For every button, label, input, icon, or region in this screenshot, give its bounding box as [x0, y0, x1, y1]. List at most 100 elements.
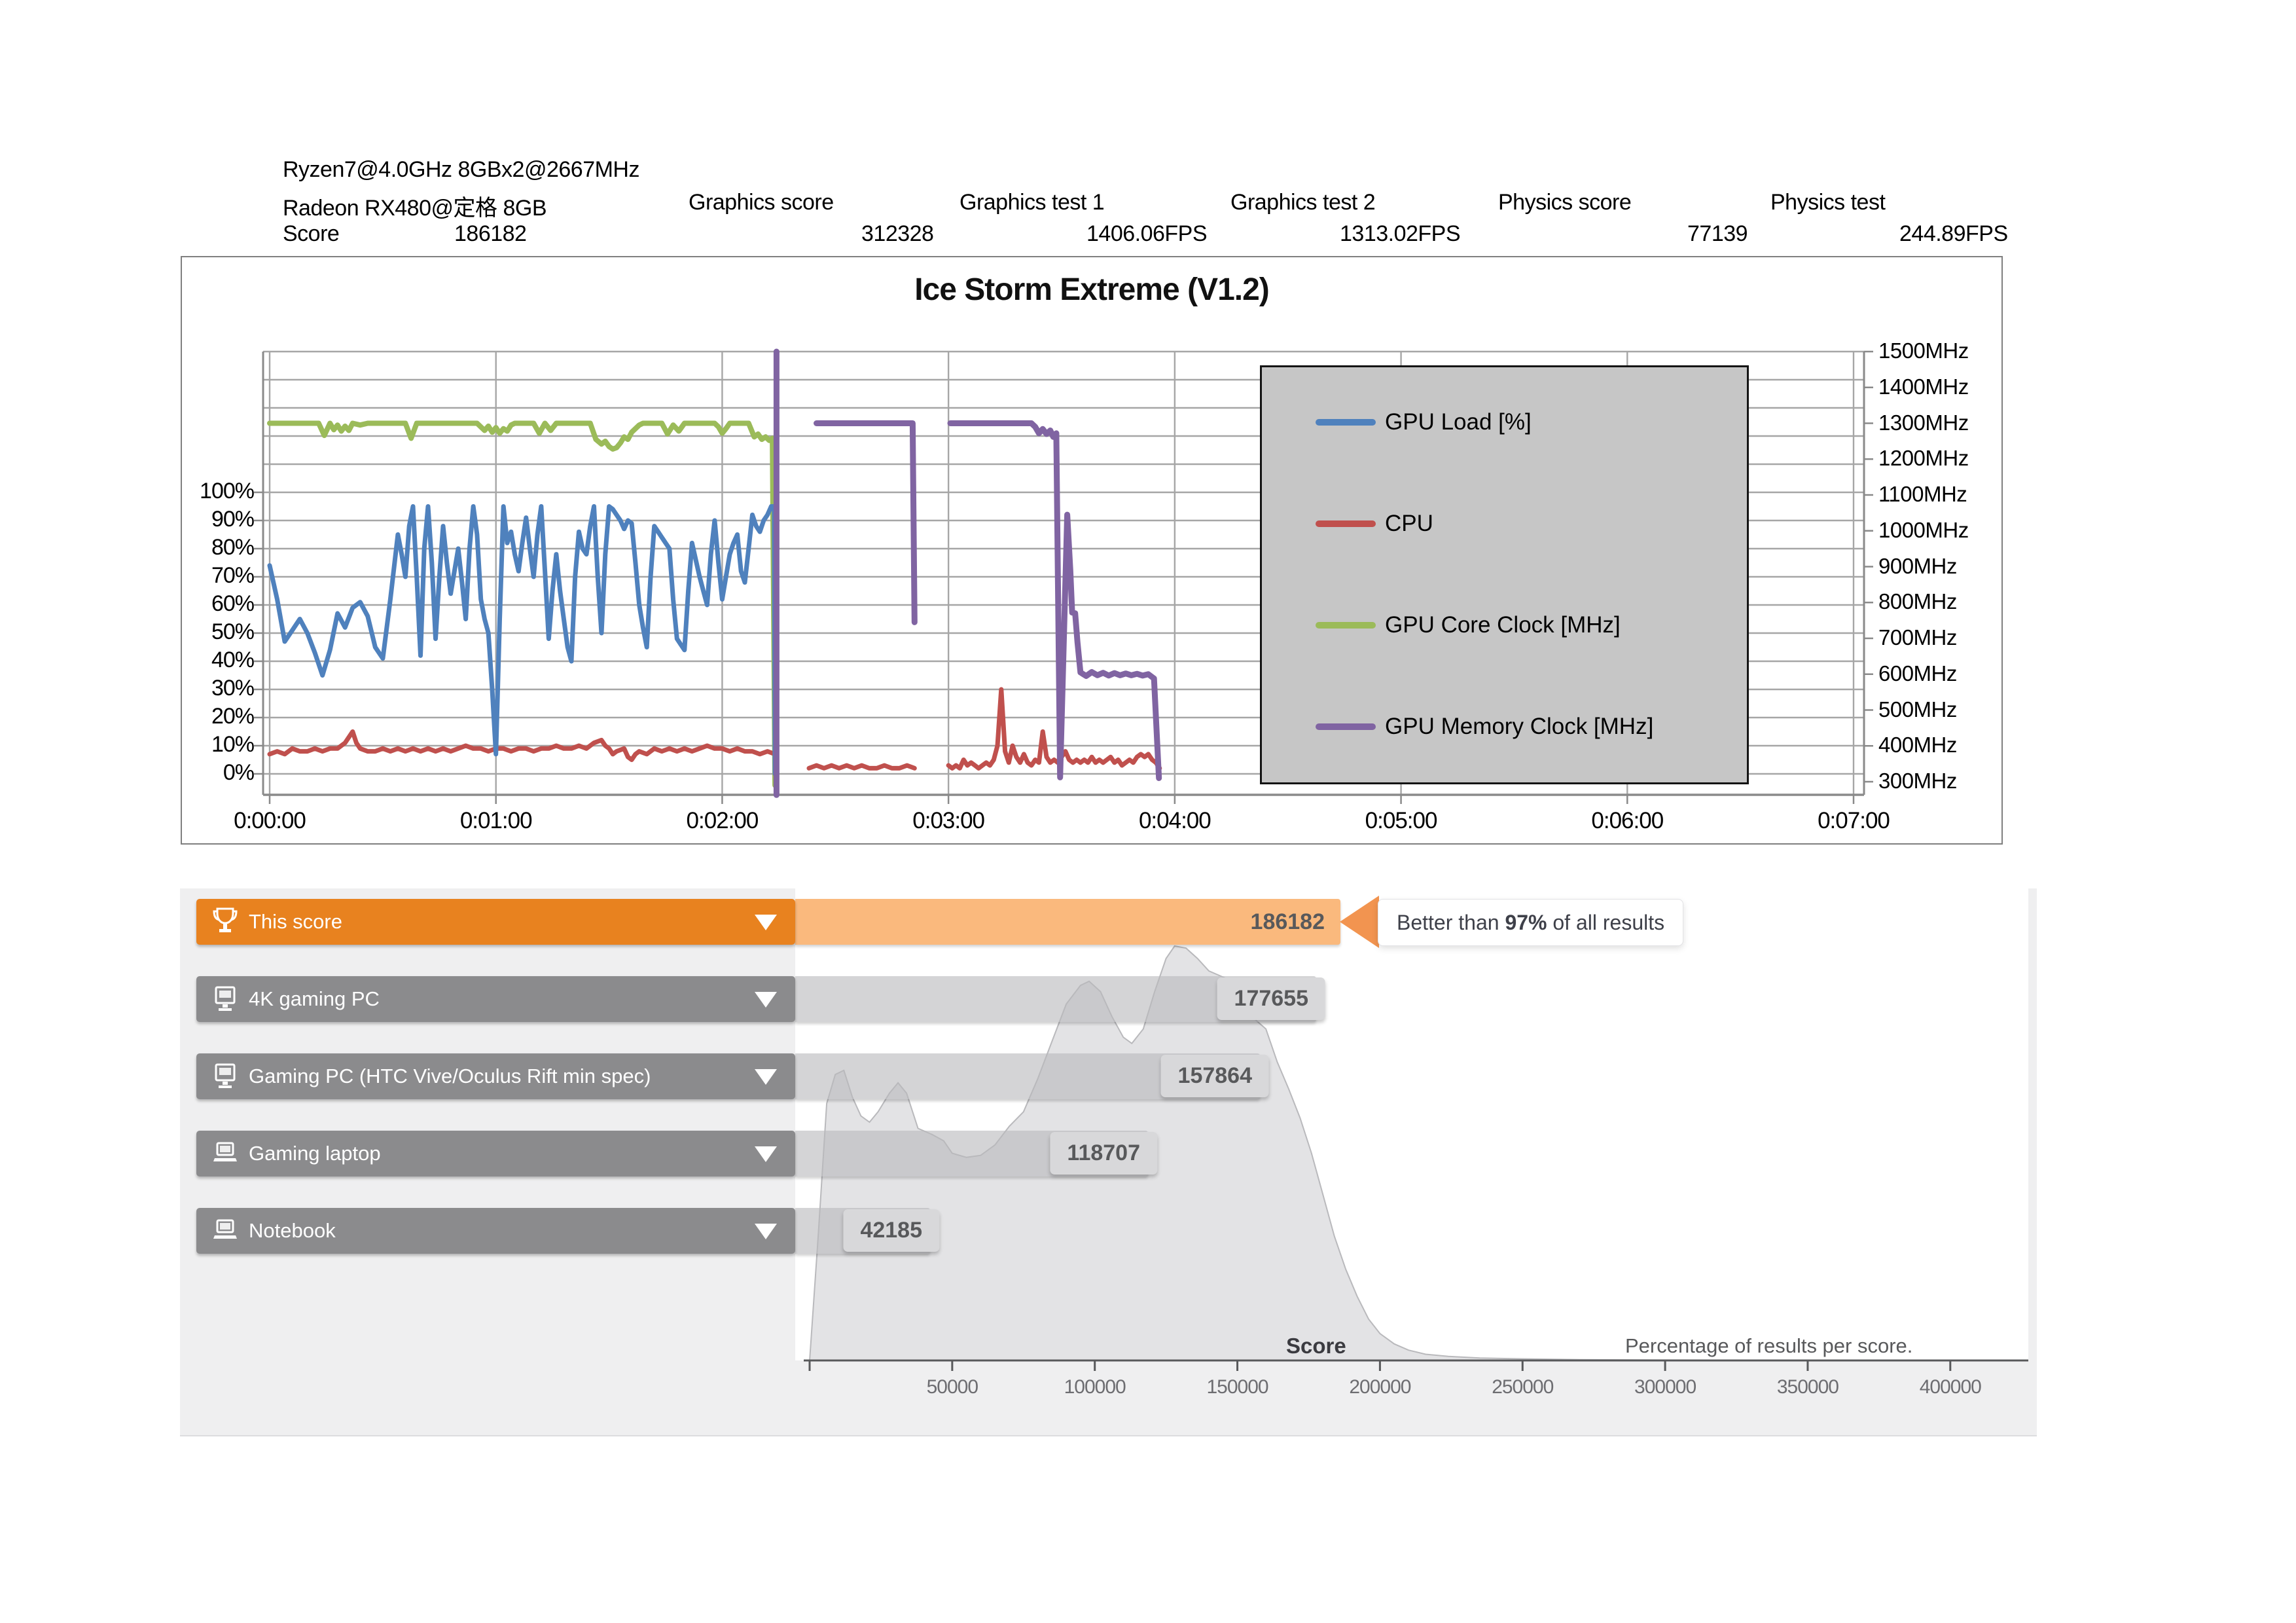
- right-axis-tick-label: 1300MHz: [1878, 410, 1969, 435]
- left-axis-tick-label: 0%: [182, 760, 254, 786]
- x-axis-tick-label: 0:04:00: [1116, 808, 1234, 834]
- hist-axis-tick-label: 350000: [1742, 1376, 1873, 1398]
- physics-score-value: 77139: [1687, 221, 1748, 247]
- laptop-icon: [211, 1216, 240, 1245]
- hist-axis-tick-label: 100000: [1030, 1376, 1160, 1398]
- right-axis-tick-label: 700MHz: [1878, 625, 1957, 650]
- left-axis-tick-label: 20%: [182, 704, 254, 729]
- row-label-text: Gaming laptop: [249, 1131, 381, 1176]
- x-axis-tick-label: 0:07:00: [1795, 808, 1912, 834]
- chevron-down-icon[interactable]: [755, 915, 777, 930]
- right-axis-tick-label: 800MHz: [1878, 589, 1957, 614]
- col-header-graphics-score: Graphics score: [689, 190, 834, 215]
- callout-arrow: [1340, 896, 1379, 948]
- reference-score-value: 157864: [1161, 1055, 1269, 1097]
- row-label-text: Notebook: [249, 1208, 336, 1254]
- hist-note: Percentage of results per score.: [1625, 1334, 1912, 1358]
- hist-axis-tick-label: 300000: [1600, 1376, 1731, 1398]
- left-axis-tick-label: 30%: [182, 676, 254, 701]
- reference-score-value: 177655: [1217, 977, 1325, 1020]
- physics-test-value: 244.89FPS: [1899, 221, 2008, 247]
- chart-legend: GPU Load [%] CPU GPU Core Clock [MHz] GPU M…: [1260, 365, 1749, 784]
- left-axis-tick-label: 40%: [182, 647, 254, 673]
- legend-line-swatch: [1316, 419, 1376, 426]
- left-axis-tick-label: 10%: [182, 732, 254, 757]
- legend-line-swatch: [1316, 723, 1376, 730]
- callout-suffix: of all results: [1547, 911, 1664, 934]
- system-spec-text: Ryzen7@4.0GHz 8GBx2@2667MHz: [283, 157, 639, 183]
- x-axis-tick-label: 0:01:00: [437, 808, 555, 834]
- chevron-down-icon[interactable]: [755, 1224, 777, 1239]
- right-axis-tick-label: 300MHz: [1878, 769, 1957, 793]
- left-axis-tick-label: 70%: [182, 563, 254, 589]
- right-axis-tick-label: 1500MHz: [1878, 338, 1969, 363]
- hist-axis-tick-label: 250000: [1457, 1376, 1588, 1398]
- x-axis-tick-label: 0:05:00: [1342, 808, 1460, 834]
- score-comparison-panel: This score 186182 4K gaming PC 177655: [180, 888, 2037, 1436]
- legend-item-1: GPU Load [%]: [1262, 399, 1747, 445]
- graphics-test-1-value: 1406.06FPS: [1086, 221, 1207, 247]
- this-score-selector[interactable]: This score: [196, 899, 795, 945]
- chevron-down-icon[interactable]: [755, 992, 777, 1008]
- x-axis-tick-label: 0:00:00: [211, 808, 329, 834]
- reference-row-4k-gaming-pc[interactable]: 4K gaming PC: [196, 976, 795, 1022]
- left-axis-tick-label: 60%: [182, 591, 254, 617]
- monitoring-chart: Ice Storm Extreme (V1.2) 0%10%20%30%40%5…: [181, 256, 2003, 845]
- row-label-text: 4K gaming PC: [249, 976, 380, 1022]
- callout-percent: 97%: [1505, 911, 1547, 934]
- x-axis-tick-label: 0:03:00: [889, 808, 1007, 834]
- callout-prefix: Better than: [1397, 911, 1505, 934]
- hist-xlabel: Score: [1286, 1334, 1346, 1359]
- desktop-icon: [211, 985, 240, 1013]
- legend-line-swatch: [1316, 520, 1376, 527]
- total-score-value: 186182: [454, 221, 526, 247]
- left-axis-tick-label: 90%: [182, 507, 254, 532]
- right-axis-tick-label: 1400MHz: [1878, 374, 1969, 399]
- right-axis-tick-label: 1000MHz: [1878, 518, 1969, 543]
- legend-item-2: CPU: [1262, 501, 1747, 547]
- graphics-test-2-value: 1313.02FPS: [1340, 221, 1460, 247]
- reference-score-value: 42185: [843, 1209, 939, 1252]
- reference-row-notebook[interactable]: Notebook: [196, 1208, 795, 1254]
- reference-row-gaming-laptop[interactable]: Gaming laptop: [196, 1131, 795, 1176]
- col-header-graphics-test-2: Graphics test 2: [1230, 190, 1375, 215]
- right-axis-tick-label: 1200MHz: [1878, 446, 1969, 471]
- laptop-icon: [211, 1139, 240, 1168]
- hist-axis-tick-label: 150000: [1172, 1376, 1303, 1398]
- trophy-icon: [211, 907, 240, 936]
- chevron-down-icon[interactable]: [755, 1069, 777, 1085]
- legend-item-3: GPU Core Clock [MHz]: [1262, 602, 1747, 648]
- legend-label: GPU Memory Clock [MHz]: [1385, 704, 1653, 750]
- left-axis-tick-label: 80%: [182, 535, 254, 560]
- legend-line-swatch: [1316, 622, 1376, 629]
- gpu-spec-text: Radeon RX480@定格 8GB: [283, 190, 547, 222]
- right-axis-tick-label: 400MHz: [1878, 733, 1957, 757]
- benchmark-result-page: Ryzen7@4.0GHz 8GBx2@2667MHz Radeon RX480…: [0, 0, 2296, 1623]
- percentile-callout: Better than 97% of all results: [1378, 899, 1683, 946]
- graphics-score-value: 312328: [861, 221, 933, 247]
- desktop-icon: [211, 1062, 240, 1091]
- x-axis-tick-label: 0:02:00: [663, 808, 781, 834]
- hist-axis-tick-label: 200000: [1314, 1376, 1445, 1398]
- legend-item-4: GPU Memory Clock [MHz]: [1262, 704, 1747, 750]
- hist-axis-tick-label: 400000: [1885, 1376, 2016, 1398]
- chevron-down-icon[interactable]: [755, 1146, 777, 1162]
- reference-row-gaming-pc-vr[interactable]: Gaming PC (HTC Vive/Oculus Rift min spec…: [196, 1053, 795, 1099]
- legend-label: GPU Core Clock [MHz]: [1385, 602, 1621, 648]
- left-axis-tick-label: 50%: [182, 619, 254, 645]
- right-axis-tick-label: 600MHz: [1878, 661, 1957, 686]
- reference-score-value: 118707: [1050, 1132, 1157, 1175]
- legend-label: CPU: [1385, 501, 1433, 547]
- row-label-text: Gaming PC (HTC Vive/Oculus Rift min spec…: [249, 1053, 651, 1099]
- col-header-graphics-test-1: Graphics test 1: [960, 190, 1104, 215]
- legend-label: GPU Load [%]: [1385, 399, 1532, 445]
- x-axis-tick-label: 0:06:00: [1568, 808, 1686, 834]
- this-score-value: 186182: [1251, 899, 1325, 945]
- score-label: Score: [283, 221, 339, 247]
- hist-axis-tick-label: 50000: [887, 1376, 1018, 1398]
- col-header-physics-test: Physics test: [1770, 190, 1885, 215]
- row-label-text: This score: [249, 899, 342, 945]
- right-axis-tick-label: 500MHz: [1878, 697, 1957, 722]
- right-axis-tick-label: 900MHz: [1878, 554, 1957, 579]
- col-header-physics-score: Physics score: [1498, 190, 1631, 215]
